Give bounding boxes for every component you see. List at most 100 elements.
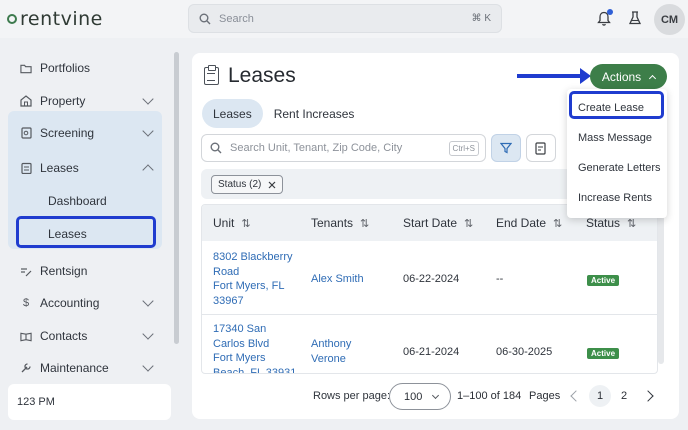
tenant-link[interactable]: Anthony Verone (311, 337, 351, 366)
menu-item-mass-message[interactable]: Mass Message (578, 132, 652, 144)
sidebar-item-leases[interactable]: Leases (8, 154, 162, 182)
unit-link[interactable]: 8302 Blackberry Road Fort Myers, FL 3396… (213, 250, 293, 308)
sidebar-item-contacts[interactable]: Contacts (8, 322, 162, 350)
top-bar: rentvine Search ⌘ K CM (0, 0, 688, 38)
header-label: Status (586, 216, 621, 230)
lease-search-placeholder: Search Unit, Tenant, Zip Code, City (230, 142, 403, 154)
notifications-bell-icon[interactable] (596, 9, 614, 29)
rows-per-page-select[interactable]: 100 (389, 383, 451, 410)
sidebar-item-screening[interactable]: Screening (8, 119, 162, 147)
wrench-icon (20, 362, 32, 374)
search-shortcut: Ctrl+S (448, 140, 479, 156)
clipboard-icon (204, 65, 219, 85)
unit-line: Fort Myers, FL (213, 280, 285, 292)
tab-rent-increases[interactable]: Rent Increases (263, 99, 366, 128)
search-icon (199, 13, 211, 24)
sidebar-item-label: Leases (40, 161, 79, 175)
annotation-arrow (517, 68, 591, 84)
column-header-start-date[interactable]: Start Date ⇅ (403, 216, 473, 230)
tab-bar: Leases Rent Increases (202, 99, 365, 128)
sort-icon: ⇅ (464, 217, 474, 230)
filter-button[interactable] (491, 134, 521, 162)
dollar-icon: $ (22, 297, 30, 309)
sort-icon: ⇅ (553, 217, 563, 230)
sidebar-footer-time: 123 PM (8, 384, 171, 420)
chip-label: Status (2) (218, 179, 262, 190)
signature-icon (20, 265, 32, 277)
lease-search-input[interactable]: Search Unit, Tenant, Zip Code, City Ctrl… (201, 134, 486, 162)
chevron-down-icon (142, 125, 154, 137)
sidebar-item-maintenance[interactable]: Maintenance (8, 354, 162, 382)
previous-page-icon[interactable] (570, 390, 582, 402)
end-date: -- (496, 273, 504, 285)
page-title-text: Leases (228, 64, 296, 87)
menu-item-generate-letters[interactable]: Generate Letters (578, 162, 661, 174)
chevron-down-icon (142, 295, 154, 307)
status-filter-chip[interactable]: Status (2) (211, 175, 284, 194)
rows-per-page-label: Rows per page: (313, 390, 391, 402)
column-header-status[interactable]: Status ⇅ (586, 216, 636, 230)
next-page-icon[interactable] (642, 390, 654, 402)
sidebar-item-accounting[interactable]: $ Accounting (8, 289, 162, 317)
page-title: Leases (204, 64, 296, 88)
leases-table: Unit ⇅ Tenants ⇅ Start Date ⇅ End Date ⇅ Sta… (201, 204, 658, 374)
close-icon[interactable] (268, 181, 276, 189)
sidebar-item-label: Portfolios (40, 61, 91, 75)
sidebar-item-label: Screening (40, 126, 95, 140)
unit-line: Beach, FL 33931 (213, 366, 297, 374)
filter-icon (500, 142, 512, 154)
folder-icon (20, 62, 32, 74)
table-scrollbar[interactable] (658, 204, 664, 364)
header-label: Unit (213, 216, 235, 230)
chevron-down-icon (142, 360, 154, 372)
start-date: 06-21-2024 (403, 346, 460, 358)
sort-icon: ⇅ (241, 217, 251, 230)
export-button[interactable] (526, 134, 556, 162)
global-search-placeholder: Search (219, 12, 254, 25)
menu-item-increase-rents[interactable]: Increase Rents (578, 192, 652, 204)
pages-label: Pages (529, 390, 561, 402)
sidebar-item-label: Property (40, 94, 86, 108)
unit-line: Road (213, 265, 240, 278)
sidebar-item-property[interactable]: Property (8, 87, 162, 115)
column-header-end-date[interactable]: End Date ⇅ (496, 216, 562, 230)
unit-link[interactable]: 17340 San Carlos Blvd Fort Myers Beach, … (213, 322, 297, 374)
contacts-icon (20, 330, 32, 342)
page-2-button[interactable]: 2 (613, 385, 635, 407)
brand-name: rentvine (20, 8, 103, 30)
notification-dot (607, 9, 613, 15)
header-label: Start Date (403, 216, 458, 230)
rentvine-logo[interactable]: rentvine (7, 8, 103, 30)
sidebar-item-portfolios[interactable]: Portfolios (8, 54, 162, 82)
actions-button[interactable]: Actions (590, 64, 667, 89)
header-label: End Date (496, 216, 547, 230)
tenant-line: Anthony (311, 338, 352, 350)
status-badge: Active (587, 348, 620, 359)
chevron-up-icon (142, 164, 154, 176)
beaker-icon[interactable] (628, 10, 644, 28)
rows-per-page-value: 100 (404, 390, 423, 403)
export-icon (535, 141, 546, 155)
page-1-button[interactable]: 1 (589, 385, 611, 407)
global-search-input[interactable]: Search ⌘ K (188, 4, 502, 33)
sidebar-item-rentsign[interactable]: Rentsign (8, 257, 162, 285)
logo-mark-icon (7, 14, 17, 24)
chevron-down-icon (432, 391, 440, 399)
column-header-tenants[interactable]: Tenants ⇅ (311, 216, 369, 230)
leases-subitem-highlight (16, 216, 156, 248)
table-row[interactable]: 17340 San Carlos Blvd Fort Myers Beach, … (202, 315, 657, 374)
chevron-down-icon (142, 328, 154, 340)
sidebar-item-label: Maintenance (40, 361, 109, 375)
sidebar-subitem-dashboard[interactable]: Dashboard (48, 194, 107, 208)
user-avatar[interactable]: CM (654, 4, 685, 35)
column-header-unit[interactable]: Unit ⇅ (213, 216, 251, 230)
row-range: 1–100 of 184 (457, 390, 522, 402)
tenant-line: Verone (311, 352, 346, 365)
clipboard-icon (20, 162, 32, 174)
sidebar-scrollbar[interactable] (174, 52, 179, 344)
unit-line: 8302 Blackberry (213, 251, 293, 263)
pagination: Rows per page: 100 1–100 of 184 Pages 1 … (192, 383, 679, 411)
table-row[interactable]: 8302 Blackberry Road Fort Myers, FL 3396… (202, 241, 657, 315)
tab-leases[interactable]: Leases (202, 99, 263, 128)
tenant-link[interactable]: Alex Smith (311, 272, 364, 287)
